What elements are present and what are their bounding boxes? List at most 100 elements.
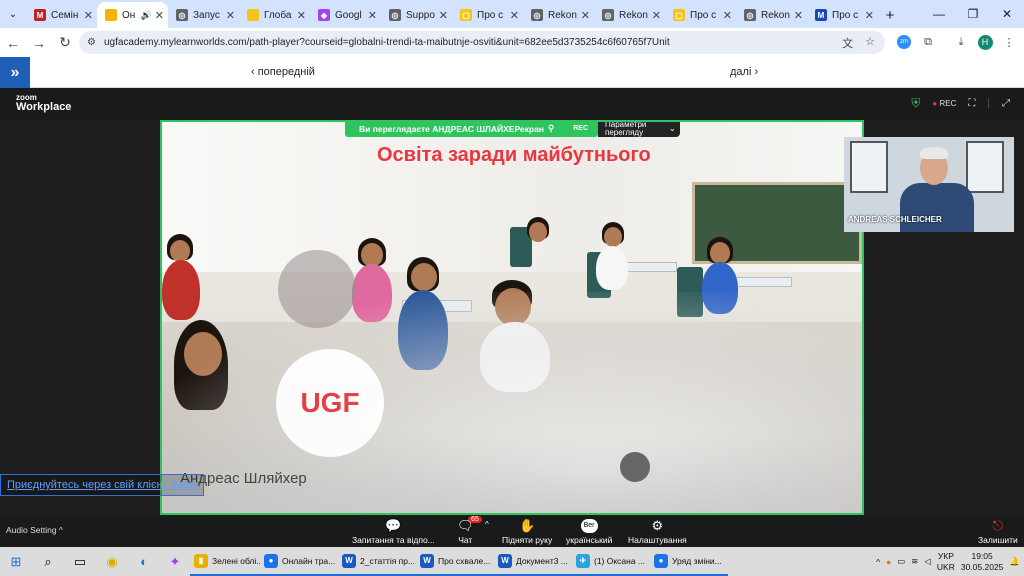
close-tab-icon[interactable]: ✕: [155, 9, 164, 22]
raise-hand-label: Підняти руку: [502, 534, 553, 545]
tab-search-icon[interactable]: ⌄: [0, 0, 26, 28]
task-view-icon[interactable]: ▭: [64, 547, 96, 576]
expand-sidebar-button[interactable]: »: [0, 57, 30, 88]
volume-icon[interactable]: ◁: [924, 556, 931, 567]
bookmark-star-icon[interactable]: ☆: [865, 35, 875, 51]
maximize-icon[interactable]: ❐: [956, 0, 990, 28]
taskbar-app[interactable]: W Документ3 ...: [494, 547, 572, 576]
search-icon[interactable]: ⌕: [32, 547, 64, 576]
new-tab-button[interactable]: +: [878, 2, 902, 28]
course-nav-panel: » ‹ попередній далі ›: [0, 57, 1024, 88]
profile-avatar[interactable]: H: [974, 31, 996, 53]
taskbar-app[interactable]: ● Онлайн тра...: [260, 547, 338, 576]
copilot-icon[interactable]: ✦: [160, 547, 190, 576]
download-icon[interactable]: ⤓: [950, 31, 972, 53]
close-tab-icon[interactable]: ✕: [581, 9, 590, 22]
browser-tab[interactable]: ◎ Запус ✕: [168, 2, 239, 28]
browser-tab[interactable]: Он 🔊 ✕: [97, 2, 168, 28]
tab-favicon: ◎: [531, 9, 543, 21]
browser-tab[interactable]: ◆ Googl ✕: [310, 2, 381, 28]
wifi-icon[interactable]: ≋: [911, 556, 918, 567]
clock[interactable]: 19:05 30.05.2025: [961, 551, 1004, 573]
close-tab-icon[interactable]: ✕: [794, 9, 803, 22]
language-indicator[interactable]: УКР UKR: [937, 551, 955, 573]
browser-tab[interactable]: ◎ Rekon ✕: [523, 2, 594, 28]
close-tab-icon[interactable]: ✕: [439, 9, 448, 22]
close-tab-icon[interactable]: ✕: [84, 9, 93, 22]
view-icon[interactable]: ⛶: [968, 98, 975, 109]
chrome-pinned-icon[interactable]: ◉: [96, 547, 128, 576]
close-tab-icon[interactable]: ✕: [510, 9, 519, 22]
close-window-icon[interactable]: ✕: [990, 0, 1024, 28]
next-unit-link[interactable]: далі ›: [730, 66, 758, 78]
minimize-icon[interactable]: —: [922, 0, 956, 28]
taskbar-app[interactable]: W Про схвале...: [416, 547, 494, 576]
gear-icon: ⚙: [651, 517, 664, 533]
browser-tab[interactable]: ◎ Rekon ✕: [736, 2, 807, 28]
browser-tab[interactable]: M Семін ✕: [26, 2, 97, 28]
share-notice-text: Ви переглядаєте АНДРЕАС ШЛАЙХЕРекран: [359, 123, 544, 134]
browser-tab[interactable]: ◎ Rekon ✕: [594, 2, 665, 28]
site-info-icon[interactable]: ⚙: [87, 37, 96, 48]
speaker-video[interactable]: ANDREAS SCHLEICHER: [844, 137, 1014, 232]
join-zoom-client-link[interactable]: Приєднуйтесь через свій клієнт Zoom: [0, 474, 204, 496]
reload-icon[interactable]: ↻: [52, 34, 78, 51]
tray-app-icon[interactable]: ●: [886, 557, 891, 567]
tab-title: Глоба: [264, 9, 292, 21]
speaker-body: [900, 183, 974, 232]
close-tab-icon[interactable]: ✕: [865, 9, 874, 22]
recording-label: REC: [939, 99, 957, 108]
battery-icon[interactable]: ▭: [897, 556, 905, 567]
taskbar-app[interactable]: ● Уряд зміни...: [650, 547, 728, 576]
fullscreen-icon[interactable]: ⤢: [1002, 98, 1010, 109]
view-options-button[interactable]: Параметри перегляду ⌄: [598, 120, 680, 137]
browser-tab[interactable]: ▢ Про с ✕: [452, 2, 523, 28]
raise-hand-button[interactable]: ✋ Підняти руку: [502, 516, 552, 547]
edge-icon[interactable]: ◐: [128, 547, 160, 576]
browser-menu-icon[interactable]: ⋮: [998, 31, 1020, 53]
close-tab-icon[interactable]: ✕: [723, 9, 732, 22]
settings-label: Налаштування: [628, 534, 687, 545]
chat-button[interactable]: 🗨 Чат: [457, 516, 474, 547]
tab-title: Suppo: [406, 9, 435, 21]
browser-tab[interactable]: ◎ Suppo ✕: [381, 2, 452, 28]
tab-favicon: [247, 9, 259, 21]
taskbar-app[interactable]: ▮ Зелені облі...: [190, 547, 260, 576]
qa-button[interactable]: 💬 Запитання та відпо...: [352, 516, 435, 547]
security-shield-icon[interactable]: ⛨: [911, 96, 920, 111]
tab-audio-icon[interactable]: 🔊: [141, 10, 152, 21]
browser-tab[interactable]: M Про с ✕: [807, 2, 878, 28]
close-tab-icon[interactable]: ✕: [368, 9, 377, 22]
close-tab-icon[interactable]: ✕: [297, 9, 306, 22]
tab-favicon: ◎: [176, 9, 188, 21]
taskbar-app-icon: W: [342, 553, 356, 568]
audio-setting-button[interactable]: Audio Setting ^: [6, 525, 63, 535]
translate-icon[interactable]: 文: [842, 35, 853, 51]
browser-tab[interactable]: Глоба ✕: [239, 2, 310, 28]
qa-label: Запитання та відпо...: [352, 534, 435, 545]
previous-unit-link[interactable]: ‹ попередній: [251, 66, 315, 78]
notification-icon[interactable]: 🔔: [1009, 556, 1020, 567]
browser-tab[interactable]: ▢ Про с ✕: [665, 2, 736, 28]
zoom-extension-icon[interactable]: zm: [893, 31, 915, 53]
leave-button[interactable]: ⎋ Залишити: [978, 516, 1018, 547]
taskbar-app-label: Документ3 ...: [516, 555, 568, 566]
close-tab-icon[interactable]: ✕: [226, 9, 235, 22]
address-bar[interactable]: ⚙ ugfacademy.mylearnworlds.com/path-play…: [79, 31, 885, 54]
taskbar-app[interactable]: ✈ (1) Оксана ...: [572, 547, 650, 576]
back-icon[interactable]: ←: [0, 35, 26, 51]
extensions-icon[interactable]: ⧉: [917, 31, 939, 53]
close-tab-icon[interactable]: ✕: [652, 9, 661, 22]
decorative-circle: [278, 250, 356, 328]
recording-indicator: ● REC: [932, 99, 957, 108]
windows-start-icon[interactable]: ⊞: [0, 547, 32, 576]
divider: |: [987, 98, 990, 109]
system-tray: ^ ● ▭ ≋ ◁ УКР UKR 19:05 30.05.2025 🔔: [876, 547, 1020, 576]
taskbar-app[interactable]: W 2_статтія пр...: [338, 547, 416, 576]
settings-button[interactable]: ⚙ Налаштування: [628, 516, 687, 547]
language-button[interactable]: Вег український: [566, 516, 612, 547]
view-options-label: Параметри перегляду: [605, 120, 647, 137]
tray-chevron-icon[interactable]: ^: [876, 557, 880, 567]
forward-icon[interactable]: →: [26, 35, 52, 51]
chat-chevron-icon[interactable]: ^: [485, 520, 489, 529]
